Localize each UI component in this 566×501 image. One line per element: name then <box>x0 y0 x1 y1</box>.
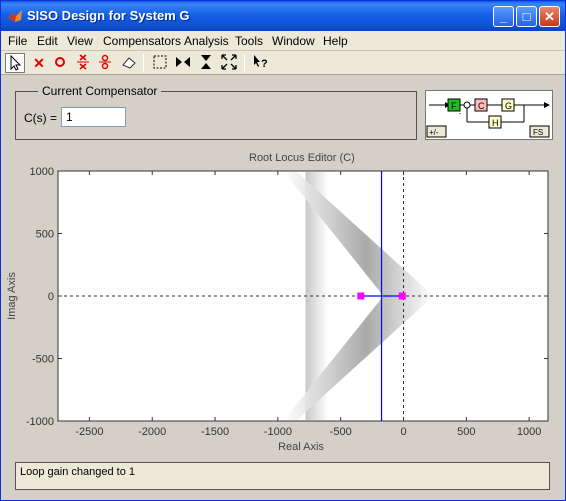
menu-bar: File Edit View Compensators Analysis Too… <box>1 31 565 51</box>
pointer-icon[interactable] <box>5 53 25 73</box>
whats-this-icon[interactable]: ? <box>251 53 271 73</box>
add-zero-icon[interactable] <box>50 53 70 73</box>
root-locus-plot[interactable]: -2500 -2000 -1500 -1000 -500 0 500 1000 1000 500 0… <box>1 76 565 462</box>
x-axis-label: Real Axis <box>278 441 324 453</box>
zoom-region-icon[interactable] <box>150 53 170 73</box>
x-tick-label: 500 <box>457 426 475 438</box>
fit-icon[interactable] <box>219 53 239 73</box>
status-bar: Loop gain changed to 1 <box>15 462 550 490</box>
closed-loop-pole-2[interactable] <box>398 292 406 300</box>
add-complex-pole-icon[interactable] <box>73 53 93 73</box>
y-tick-label: -1000 <box>26 416 54 428</box>
x-tick-label: -2000 <box>138 426 166 438</box>
menu-window[interactable]: Window <box>272 34 315 48</box>
matlab-logo-icon <box>8 10 22 22</box>
menu-compensators[interactable]: Compensators <box>103 34 181 48</box>
title-bar[interactable]: SISO Design for System G _ □ ✕ <box>1 1 565 31</box>
zoom-y-icon[interactable] <box>196 53 216 73</box>
add-complex-zero-icon[interactable] <box>95 53 115 73</box>
toolbar-separator <box>244 54 245 72</box>
y-tick-label: 0 <box>48 291 54 303</box>
y-axis-label: Imag Axis <box>6 272 18 320</box>
x-tick-label: -500 <box>330 426 352 438</box>
toolbar-separator <box>143 54 144 72</box>
menu-view[interactable]: View <box>67 34 93 48</box>
svg-text:?: ? <box>261 58 268 70</box>
content-area: Current Compensator C(s) = F - C G <box>1 76 565 500</box>
eraser-icon[interactable] <box>119 53 139 73</box>
menu-edit[interactable]: Edit <box>37 34 58 48</box>
y-tick-label: 500 <box>36 229 54 241</box>
status-text: Loop gain changed to 1 <box>20 466 135 478</box>
x-tick-label: 1000 <box>517 426 541 438</box>
closed-loop-pole-1[interactable] <box>357 292 365 300</box>
y-tick-label: -500 <box>32 354 54 366</box>
x-tick-label: -1500 <box>201 426 229 438</box>
maximize-button[interactable]: □ <box>516 6 537 27</box>
x-tick-label: -2500 <box>75 426 103 438</box>
menu-tools[interactable]: Tools <box>235 34 263 48</box>
window-title: SISO Design for System G <box>27 8 190 23</box>
toolbar: ✕ ? <box>1 51 565 75</box>
minimize-button[interactable]: _ <box>493 6 514 27</box>
y-tick-label: 1000 <box>30 166 54 178</box>
add-pole-icon[interactable]: ✕ <box>29 53 49 73</box>
x-tick-label: 0 <box>400 426 406 438</box>
menu-analysis[interactable]: Analysis <box>184 34 229 48</box>
zoom-x-icon[interactable] <box>173 53 193 73</box>
menu-help[interactable]: Help <box>323 34 348 48</box>
x-tick-label: -1000 <box>264 426 292 438</box>
menu-file[interactable]: File <box>8 34 27 48</box>
close-button[interactable]: ✕ <box>539 6 560 27</box>
app-window: SISO Design for System G _ □ ✕ File Edit… <box>0 0 566 501</box>
